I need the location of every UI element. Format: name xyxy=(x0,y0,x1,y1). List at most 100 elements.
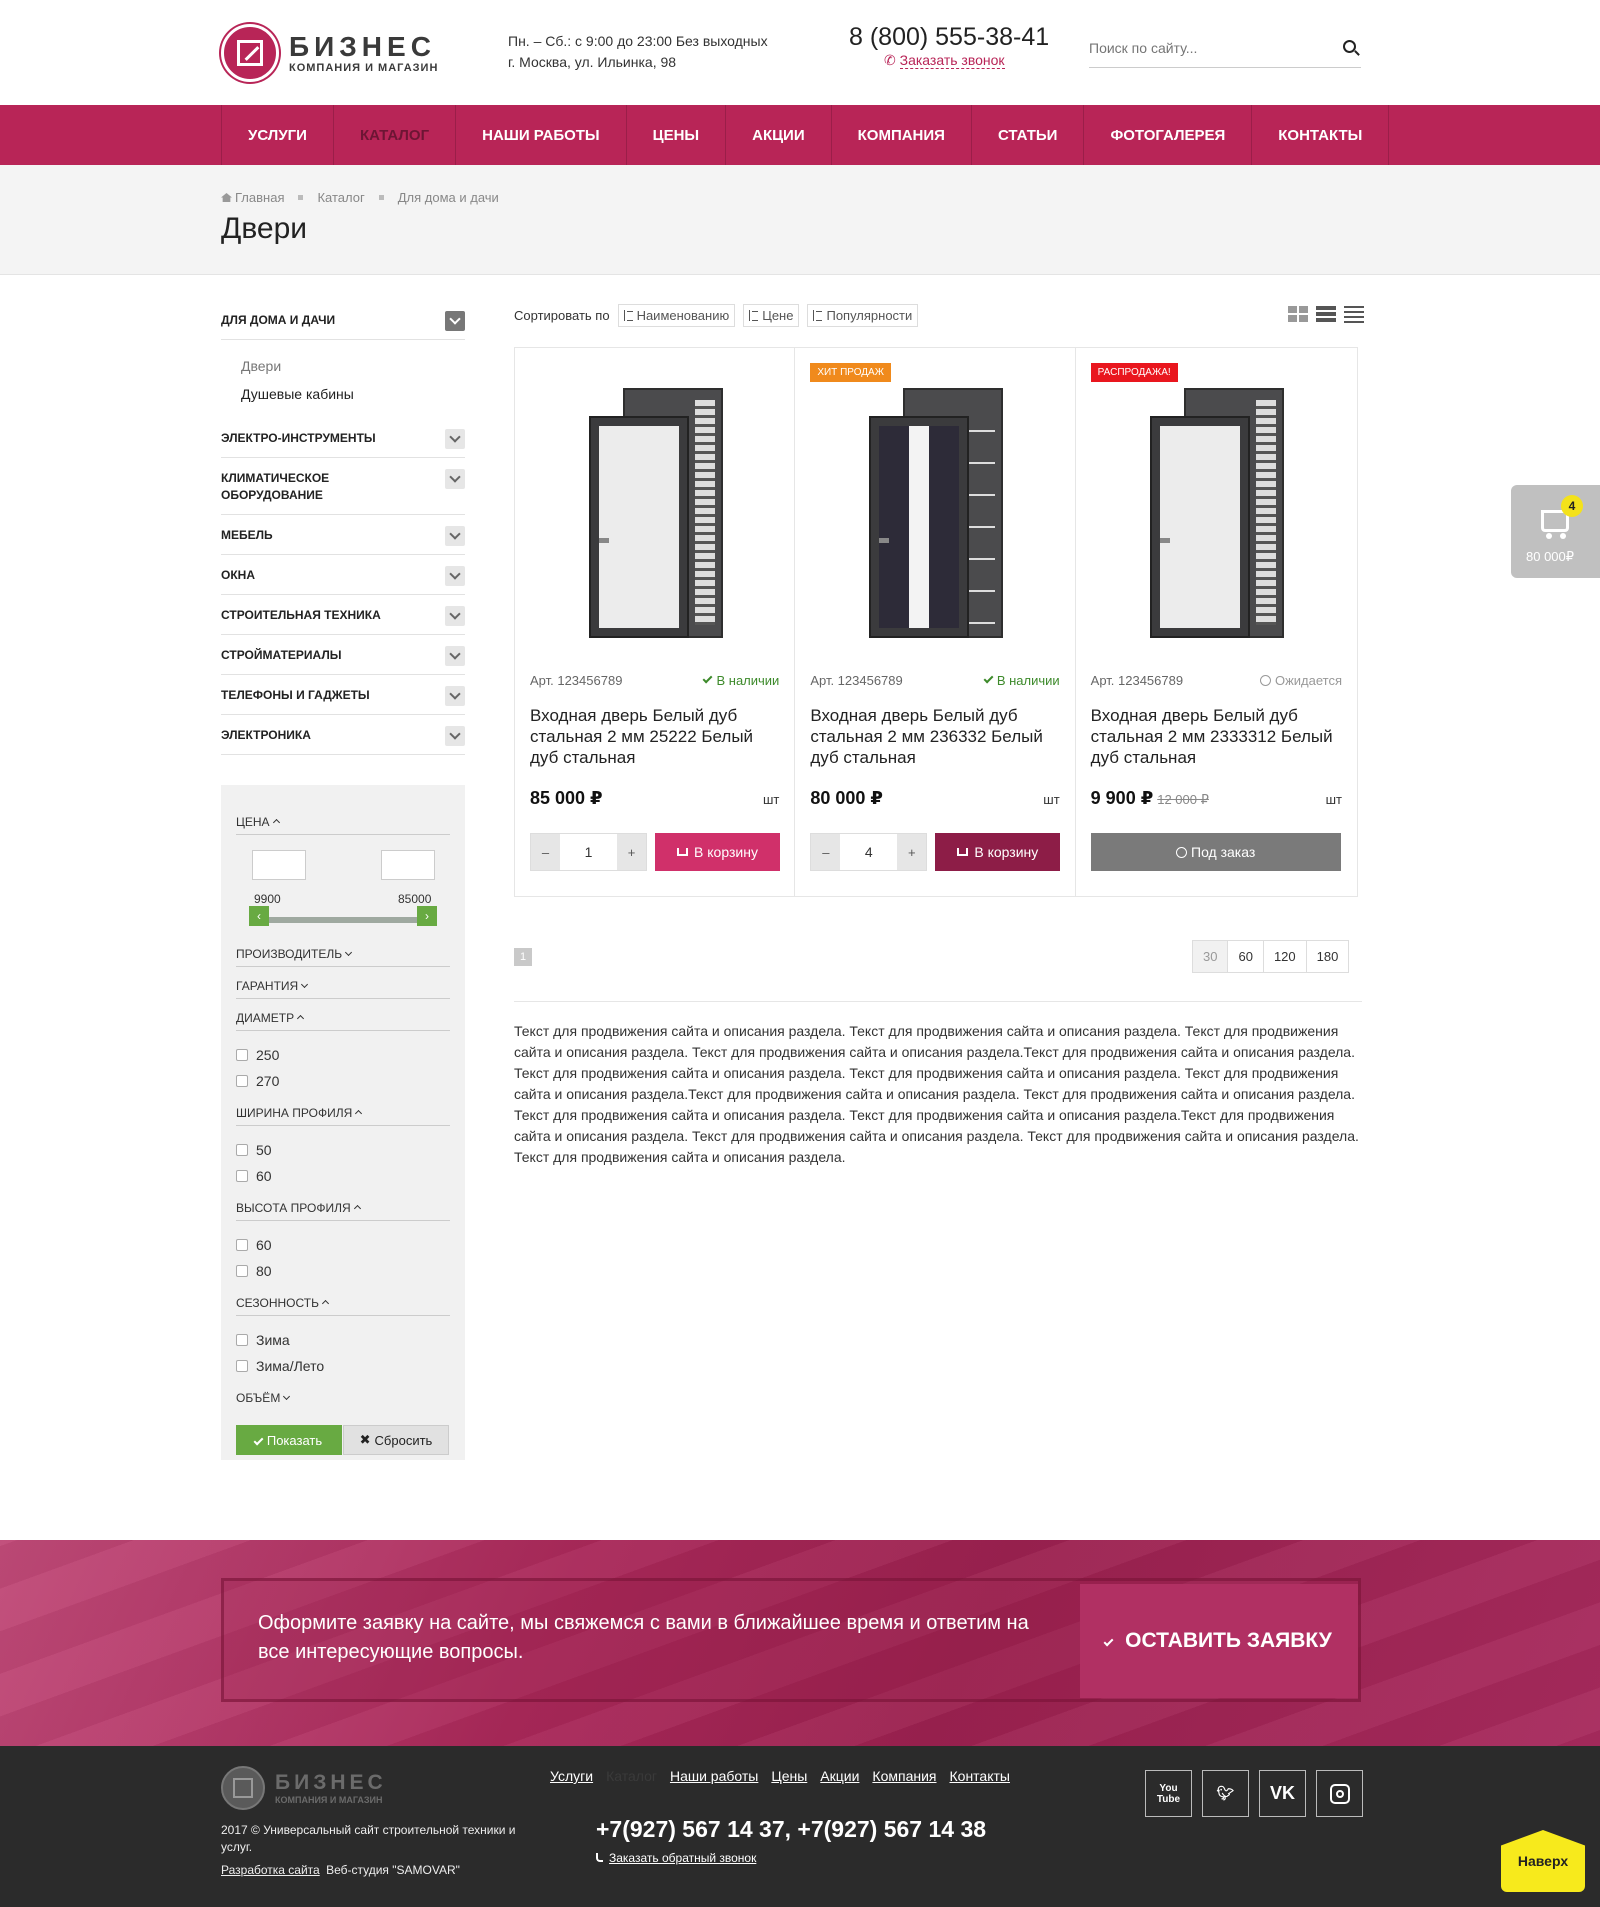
subcategory-doors[interactable]: Двери xyxy=(241,352,465,380)
chevron-down-icon[interactable] xyxy=(445,429,465,449)
search-icon[interactable] xyxy=(1343,40,1356,53)
add-to-cart-button[interactable]: В корзину xyxy=(655,833,780,871)
footer-phones[interactable]: +7(927) 567 14 37, +7(927) 567 14 38 xyxy=(596,1816,986,1843)
chevron-down-icon[interactable] xyxy=(445,469,465,489)
per-page-option[interactable]: 30 xyxy=(1193,941,1229,972)
footer-link-company[interactable]: Компания xyxy=(872,1768,936,1784)
vk-icon[interactable]: VK xyxy=(1259,1770,1306,1817)
checkbox-diameter-250[interactable]: 250 xyxy=(236,1047,279,1063)
show-button[interactable]: Показать xyxy=(236,1425,342,1455)
add-to-cart-button[interactable]: В корзину xyxy=(935,833,1061,871)
youtube-icon[interactable]: You Tube xyxy=(1145,1770,1192,1817)
decrement-button[interactable]: – xyxy=(531,834,560,870)
category-windows[interactable]: ОКНА xyxy=(221,555,465,595)
filter-height-header[interactable]: ВЫСОТА ПРОФИЛЯ xyxy=(236,1201,450,1221)
checkbox-width-60[interactable]: 60 xyxy=(236,1168,272,1184)
callback-link[interactable]: ✆ Заказать звонок xyxy=(884,52,1005,69)
nav-item-company[interactable]: КОМПАНИЯ xyxy=(832,105,972,165)
filter-price-header[interactable]: ЦЕНА xyxy=(236,815,450,835)
quantity-input[interactable]: 4 xyxy=(840,834,898,870)
chevron-down-icon[interactable] xyxy=(445,646,465,666)
nav-item-gallery[interactable]: ФОТОГАЛЕРЕЯ xyxy=(1084,105,1253,165)
nav-item-contacts[interactable]: КОНТАКТЫ xyxy=(1252,105,1390,165)
breadcrumb-catalog[interactable]: Каталог xyxy=(317,190,364,205)
instagram-icon[interactable] xyxy=(1316,1770,1363,1817)
sort-by-name-button[interactable]: Наименованию xyxy=(617,304,736,327)
slider-left-handle[interactable]: ‹ xyxy=(249,906,269,926)
nav-item-catalog[interactable]: КАТАЛОГ xyxy=(334,105,457,165)
nav-item-articles[interactable]: СТАТЬИ xyxy=(972,105,1085,165)
nav-item-prices[interactable]: ЦЕНЫ xyxy=(627,105,727,165)
footer-callback-link[interactable]: Заказать обратный звонок xyxy=(596,1851,756,1865)
price-min-input[interactable] xyxy=(252,850,306,880)
twitter-icon[interactable]: 🐦︎ xyxy=(1202,1770,1249,1817)
checkbox-season-winter[interactable]: Зима xyxy=(236,1332,290,1348)
category-materials[interactable]: СТРОЙМАТЕРИАЛЫ xyxy=(221,635,465,675)
product-title[interactable]: Входная дверь Белый дуб стальная 2 мм 25… xyxy=(530,705,780,768)
page-number[interactable]: 1 xyxy=(514,948,532,966)
price-slider-track[interactable] xyxy=(253,917,433,923)
filter-width-header[interactable]: ШИРИНА ПРОФИЛЯ xyxy=(236,1106,450,1126)
product-title[interactable]: Входная дверь Белый дуб стальная 2 мм 23… xyxy=(1091,705,1341,768)
chevron-up-icon[interactable] xyxy=(445,311,465,331)
floating-cart[interactable]: 4 80 000₽ xyxy=(1511,485,1600,578)
header-phone[interactable]: 8 (800) 555-38-41 xyxy=(849,23,1049,52)
category-power-tools[interactable]: ЭЛЕКТРО-ИНСТРУМЕНТЫ xyxy=(221,418,465,458)
checkbox-height-60[interactable]: 60 xyxy=(236,1237,272,1253)
breadcrumb-home[interactable]: Главная xyxy=(221,190,284,205)
filter-diameter-header[interactable]: ДИАМЕТР xyxy=(236,1011,450,1031)
price-max-input[interactable] xyxy=(381,850,435,880)
category-climate[interactable]: КЛИМАТИЧЕСКОЕ ОБОРУДОВАНИЕ xyxy=(221,458,465,515)
product-image[interactable] xyxy=(869,388,1009,638)
category-electronics[interactable]: ЭЛЕКТРОНИКА xyxy=(221,715,465,755)
footer-link-works[interactable]: Наши работы xyxy=(670,1768,758,1784)
footer-link-prices[interactable]: Цены xyxy=(771,1768,807,1784)
table-view-icon[interactable] xyxy=(1344,306,1364,323)
per-page-option[interactable]: 60 xyxy=(1228,941,1264,972)
sort-by-popularity-button[interactable]: Популярности xyxy=(807,304,919,327)
category-machinery[interactable]: СТРОИТЕЛЬНАЯ ТЕХНИКА xyxy=(221,595,465,635)
footer-link-catalog[interactable]: Каталог xyxy=(606,1768,657,1784)
category-home-garden[interactable]: ДЛЯ ДОМА И ДАЧИ xyxy=(221,300,465,340)
product-title[interactable]: Входная дверь Белый дуб стальная 2 мм 23… xyxy=(810,705,1060,768)
preorder-button[interactable]: Под заказ xyxy=(1090,833,1341,871)
chevron-down-icon[interactable] xyxy=(445,566,465,586)
checkbox-season-all[interactable]: Зима/Лето xyxy=(236,1358,324,1374)
filter-manufacturer-header[interactable]: ПРОИЗВОДИТЕЛЬ xyxy=(236,947,450,967)
product-image[interactable] xyxy=(589,388,729,638)
decrement-button[interactable]: – xyxy=(811,834,841,870)
grid-view-icon[interactable] xyxy=(1288,306,1308,323)
footer-link-contacts[interactable]: Контакты xyxy=(950,1768,1010,1784)
chevron-down-icon[interactable] xyxy=(445,526,465,546)
nav-item-services[interactable]: УСЛУГИ xyxy=(222,105,334,165)
category-phones[interactable]: ТЕЛЕФОНЫ И ГАДЖЕТЫ xyxy=(221,675,465,715)
nav-item-works[interactable]: НАШИ РАБОТЫ xyxy=(456,105,627,165)
filter-warranty-header[interactable]: ГАРАНТИЯ xyxy=(236,979,450,999)
sort-by-price-button[interactable]: Цене xyxy=(743,304,800,327)
checkbox-diameter-270[interactable]: 270 xyxy=(236,1073,279,1089)
footer-link-promotions[interactable]: Акции xyxy=(820,1768,859,1784)
nav-item-promotions[interactable]: АКЦИИ xyxy=(726,105,832,165)
footer-logo[interactable]: БИЗНЕС КОМПАНИЯ И МАГАЗИН xyxy=(221,1766,387,1810)
per-page-option[interactable]: 120 xyxy=(1264,941,1307,972)
breadcrumb-current[interactable]: Для дома и дачи xyxy=(398,190,499,205)
chevron-down-icon[interactable] xyxy=(445,606,465,626)
increment-button[interactable]: + xyxy=(897,834,927,870)
filter-volume-header[interactable]: ОБЪЁМ xyxy=(236,1391,450,1410)
leave-request-button[interactable]: ОСТАВИТЬ ЗАЯВКУ xyxy=(1080,1584,1358,1698)
reset-button[interactable]: ✖ Сбросить xyxy=(343,1425,449,1455)
filter-season-header[interactable]: СЕЗОННОСТЬ xyxy=(236,1296,450,1316)
chevron-down-icon[interactable] xyxy=(445,686,465,706)
logo[interactable]: БИЗНЕС КОМПАНИЯ И МАГАЗИН xyxy=(221,24,438,82)
category-furniture[interactable]: МЕБЕЛЬ xyxy=(221,515,465,555)
checkbox-height-80[interactable]: 80 xyxy=(236,1263,272,1279)
per-page-option[interactable]: 180 xyxy=(1307,941,1349,972)
quantity-input[interactable]: 1 xyxy=(560,834,617,870)
slider-right-handle[interactable]: › xyxy=(417,906,437,926)
list-view-icon[interactable] xyxy=(1316,306,1336,323)
checkbox-width-50[interactable]: 50 xyxy=(236,1142,272,1158)
increment-button[interactable]: + xyxy=(617,834,646,870)
product-image[interactable] xyxy=(1149,388,1290,638)
subcategory-showers[interactable]: Душевые кабины xyxy=(241,380,465,408)
chevron-down-icon[interactable] xyxy=(445,726,465,746)
